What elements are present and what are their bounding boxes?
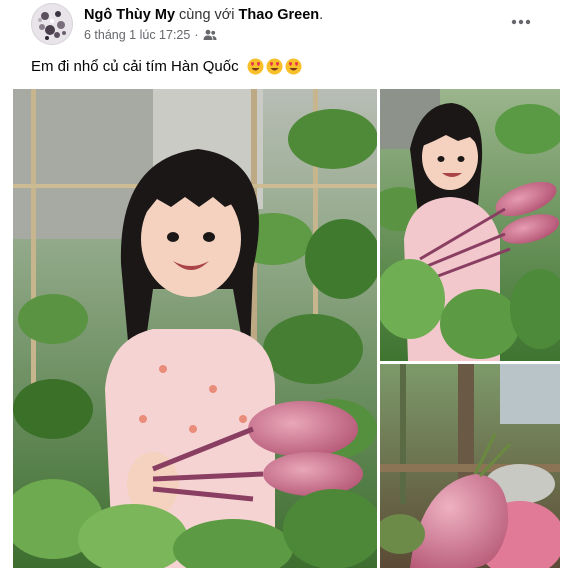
with-text: cùng với <box>175 7 239 23</box>
post-card: Ngô Thùy My cùng với Thao Green. 6 tháng… <box>0 0 568 568</box>
author-line: Ngô Thùy My cùng với Thao Green. <box>84 7 323 23</box>
more-options-button[interactable] <box>506 10 536 34</box>
heart-eyes-emoji <box>247 58 264 75</box>
tagged-name[interactable]: Thao Green <box>239 7 320 23</box>
photo-grid <box>13 89 560 568</box>
more-horizontal-icon <box>511 19 531 25</box>
caption-emojis <box>247 58 302 75</box>
heart-eyes-emoji <box>285 58 302 75</box>
author-avatar[interactable] <box>31 3 73 45</box>
heart-eyes-emoji <box>266 58 283 75</box>
meta-separator: · <box>194 28 199 42</box>
friends-icon[interactable] <box>203 29 217 41</box>
author-name[interactable]: Ngô Thùy My <box>84 7 175 23</box>
post-meta: 6 tháng 1 lúc 17:25 · <box>84 28 217 42</box>
photo-radishes-on-ground[interactable] <box>380 364 560 568</box>
photo-girl-with-radish-bunch[interactable] <box>380 89 560 361</box>
post-header: Ngô Thùy My cùng với Thao Green. 6 tháng… <box>0 0 568 50</box>
photo-girl-holding-radishes[interactable] <box>13 89 377 568</box>
caption-text: Em đi nhổ củ cải tím Hàn Quốc <box>31 58 239 75</box>
post-timestamp[interactable]: 6 tháng 1 lúc 17:25 <box>84 28 190 42</box>
tagged-suffix: . <box>319 7 324 23</box>
post-caption: Em đi nhổ củ cải tím Hàn Quốc <box>31 58 302 75</box>
